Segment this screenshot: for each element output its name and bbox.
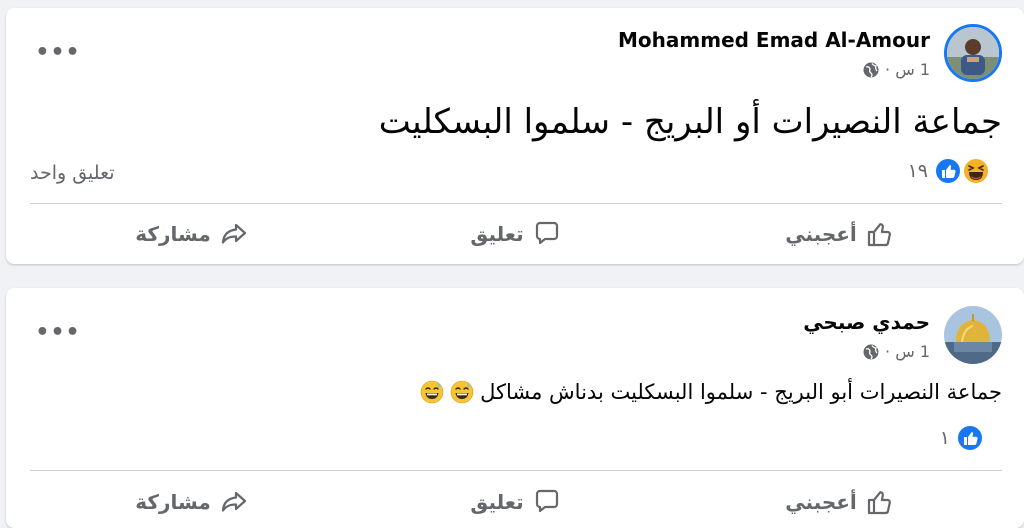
reaction-count: ١ [939, 427, 950, 449]
reactions-summary[interactable]: ١ [940, 424, 984, 452]
share-button[interactable]: مشاركة [30, 212, 354, 256]
share-icon [221, 223, 246, 244]
grinning-sweat-emoji-icon [420, 380, 444, 404]
post-time[interactable]: 1 س · [885, 342, 930, 361]
like-react-icon [934, 157, 962, 185]
like-button[interactable]: أعجبني [678, 212, 1002, 256]
laugh-react-icon [962, 157, 990, 185]
divider [30, 470, 1002, 471]
author-name[interactable]: حمدي صبحي [803, 310, 930, 334]
like-button[interactable]: أعجبني [678, 480, 1002, 524]
action-bar: أعجبني تعليق مشاركة [30, 212, 1002, 256]
share-label: مشاركة [135, 222, 211, 246]
post-meta: 1 س · [863, 60, 930, 79]
globe-icon [863, 62, 879, 77]
author-name[interactable]: Mohammed Emad Al-Amour [618, 28, 930, 52]
avatar-image [947, 27, 999, 79]
post-time[interactable]: 1 س · [885, 60, 930, 79]
post-text: جماعة النصيرات أو البريج - سلموا البسكلي… [378, 102, 1002, 142]
comment-button[interactable]: تعليق [354, 480, 678, 524]
comment-icon [535, 489, 558, 513]
post-meta: 1 س · [863, 342, 930, 361]
grinning-sweat-emoji-icon [450, 380, 474, 404]
thumbs-up-icon [867, 223, 891, 247]
like-label: أعجبني [785, 490, 857, 514]
share-icon [221, 491, 246, 512]
comment-icon [535, 221, 558, 245]
more-options-button[interactable]: ••• [35, 314, 79, 350]
thumbs-up-icon [867, 491, 891, 515]
post-card: ••• Mohammed Emad Al-Amour 1 س · جماعة ا… [6, 8, 1024, 264]
comment-label: تعليق [470, 222, 524, 246]
avatar-image [944, 306, 1002, 364]
divider [30, 203, 1002, 204]
action-bar: أعجبني تعليق مشاركة [30, 480, 1002, 524]
comment-label: تعليق [470, 490, 524, 514]
more-options-button[interactable]: ••• [35, 34, 79, 70]
share-label: مشاركة [135, 490, 211, 514]
avatar[interactable] [944, 24, 1002, 82]
comment-count[interactable]: تعليق واحد [30, 162, 115, 184]
like-react-icon [956, 424, 984, 452]
avatar[interactable] [944, 306, 1002, 364]
reactions-summary[interactable]: ١٩ [907, 157, 990, 185]
comment-button[interactable]: تعليق [354, 212, 678, 256]
like-label: أعجبني [785, 222, 857, 246]
reaction-count: ١٩ [907, 160, 928, 182]
post-text-row: جماعة النصيرات أبو البريج - سلموا البسكل… [420, 380, 1002, 404]
post-card: ••• حمدي صبحي 1 س · جماعة النصيرات أبو ا… [6, 288, 1024, 528]
globe-icon [863, 344, 879, 359]
post-text: جماعة النصيرات أبو البريج - سلموا البسكل… [480, 380, 1002, 404]
share-button[interactable]: مشاركة [30, 480, 354, 524]
